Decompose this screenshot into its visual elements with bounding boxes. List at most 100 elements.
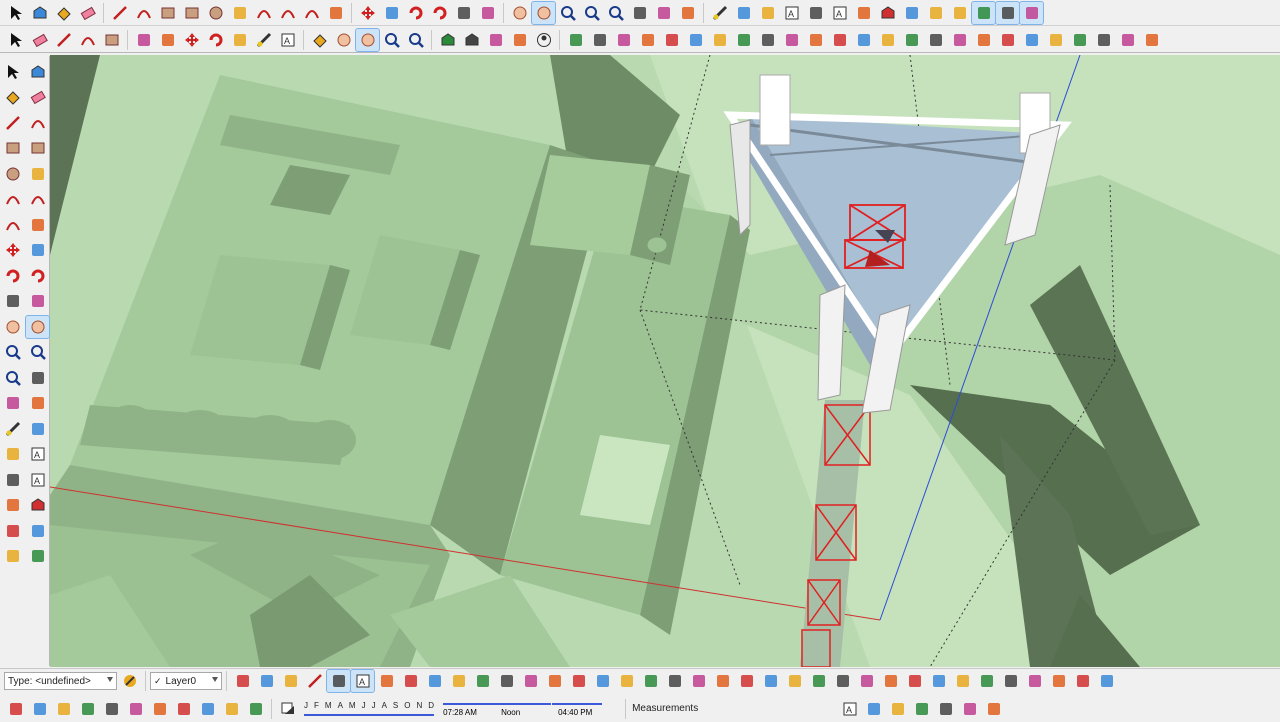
3d-text-icon[interactable]: A (828, 2, 851, 24)
solid-trim-icon[interactable] (639, 670, 662, 692)
extension-tool-7-icon[interactable] (708, 29, 731, 51)
extension-b-icon[interactable] (951, 670, 974, 692)
eraser-icon[interactable] (26, 86, 49, 108)
zoom-icon[interactable] (380, 29, 403, 51)
layer-manager-icon[interactable] (118, 670, 141, 692)
arc-2pt-icon[interactable] (276, 2, 299, 24)
move-icon[interactable] (1, 239, 24, 261)
print-icon[interactable] (220, 698, 243, 720)
rectangle-icon[interactable] (100, 29, 123, 51)
plugin-d-icon[interactable] (982, 698, 1005, 720)
view-back-icon[interactable] (783, 670, 806, 692)
extension-c-icon[interactable] (975, 670, 998, 692)
push-pull-icon[interactable] (132, 29, 155, 51)
extension-tool-5-icon[interactable] (660, 29, 683, 51)
extension-tool-4-icon[interactable] (636, 29, 659, 51)
section-cut-icon[interactable] (399, 670, 422, 692)
orbit-icon[interactable] (332, 29, 355, 51)
pan-icon[interactable] (531, 0, 556, 25)
arc-3pt-icon[interactable] (1, 214, 24, 236)
3d-scene[interactable] (50, 55, 1280, 667)
zoom-window-icon[interactable] (26, 341, 49, 363)
extension-tool-17-icon[interactable] (948, 29, 971, 51)
layer-select[interactable]: ✓ Layer0 (150, 672, 222, 690)
paint-bucket-icon[interactable] (52, 2, 75, 24)
extension-tool-21-icon[interactable] (1044, 29, 1067, 51)
sandbox-stamp-icon[interactable] (471, 670, 494, 692)
home-icon[interactable] (711, 670, 734, 692)
scale-icon[interactable] (1, 290, 24, 312)
rotate-icon[interactable] (204, 29, 227, 51)
orbit-icon[interactable] (1, 316, 24, 338)
style-monochrome-icon[interactable] (375, 670, 398, 692)
select-icon[interactable] (4, 29, 27, 51)
3d-text-icon[interactable]: A (26, 469, 49, 491)
extension-tool-22-icon[interactable] (1068, 29, 1091, 51)
axes-icon[interactable] (1, 469, 24, 491)
walk-icon[interactable] (676, 2, 699, 24)
warehouse-icon[interactable] (876, 2, 899, 24)
paste-icon[interactable] (124, 698, 147, 720)
pencil-line-icon[interactable] (1, 112, 24, 134)
freehand-icon[interactable] (26, 112, 49, 134)
extension-tool-10-icon[interactable] (780, 29, 803, 51)
axes-icon[interactable] (804, 2, 827, 24)
pan-icon[interactable] (25, 314, 50, 339)
position-camera-icon[interactable] (628, 2, 651, 24)
rectangle-icon[interactable] (1, 137, 24, 159)
scale-icon[interactable] (228, 29, 251, 51)
dimension-icon[interactable] (26, 418, 49, 440)
offset-icon[interactable] (476, 2, 499, 24)
paint-bucket-icon[interactable] (308, 29, 331, 51)
zoom-extents-icon[interactable] (1, 367, 24, 389)
look-around-icon[interactable] (26, 520, 49, 542)
extension-tool-19-icon[interactable] (996, 29, 1019, 51)
section-plane-icon[interactable] (1, 494, 24, 516)
section-plane-icon[interactable] (852, 2, 875, 24)
extension-e-icon[interactable] (1023, 670, 1046, 692)
cut-icon[interactable] (76, 698, 99, 720)
extension-f-icon[interactable] (1047, 670, 1070, 692)
undo-icon[interactable] (172, 698, 195, 720)
view-top-icon[interactable] (971, 0, 996, 25)
follow-me-icon[interactable] (26, 265, 49, 287)
cloud-icon[interactable] (855, 670, 878, 692)
extension-g-icon[interactable] (1071, 670, 1094, 692)
extension-tool-8-icon[interactable] (732, 29, 755, 51)
extension-tool-14-icon[interactable] (876, 29, 899, 51)
push-pull-icon[interactable] (26, 239, 49, 261)
warehouse-icon[interactable] (26, 494, 49, 516)
extension-icon[interactable] (900, 2, 923, 24)
extension-tool-3-icon[interactable] (612, 29, 635, 51)
solid-intersect-icon[interactable] (663, 670, 686, 692)
extension-tool-25-icon[interactable] (1140, 29, 1163, 51)
plugin-b-icon[interactable] (934, 698, 957, 720)
extension-tool-23-icon[interactable] (1092, 29, 1115, 51)
ruby-icon[interactable] (508, 29, 531, 51)
view-iso-icon[interactable] (948, 2, 971, 24)
extension-tool-18-icon[interactable] (972, 29, 995, 51)
view-front-icon[interactable] (995, 0, 1020, 25)
select-icon[interactable] (1, 61, 24, 83)
walk-icon[interactable] (1, 545, 24, 567)
extension-tool-9-icon[interactable] (756, 29, 779, 51)
copy-icon[interactable] (100, 698, 123, 720)
warehouse-icon[interactable] (436, 29, 459, 51)
select-icon[interactable] (4, 2, 27, 24)
pencil-line-icon[interactable] (108, 2, 131, 24)
sandbox-flip-icon[interactable] (519, 670, 542, 692)
model-info-icon[interactable] (244, 698, 267, 720)
style-wireframe-icon[interactable] (279, 670, 302, 692)
ruby-icon[interactable] (924, 2, 947, 24)
style-backedges-icon[interactable] (255, 670, 278, 692)
look-around-icon[interactable] (1, 392, 24, 414)
sandbox-smoove-icon[interactable] (447, 670, 470, 692)
style-hiddenline-icon[interactable] (303, 670, 326, 692)
walk-icon[interactable] (26, 392, 49, 414)
model-viewport[interactable] (50, 55, 1280, 667)
shadow-toggle-icon[interactable] (276, 698, 299, 720)
geolocation-icon[interactable] (903, 670, 926, 692)
solid-split-icon[interactable] (687, 670, 710, 692)
eraser-icon[interactable] (76, 2, 99, 24)
tape-measure-icon[interactable] (252, 29, 275, 51)
